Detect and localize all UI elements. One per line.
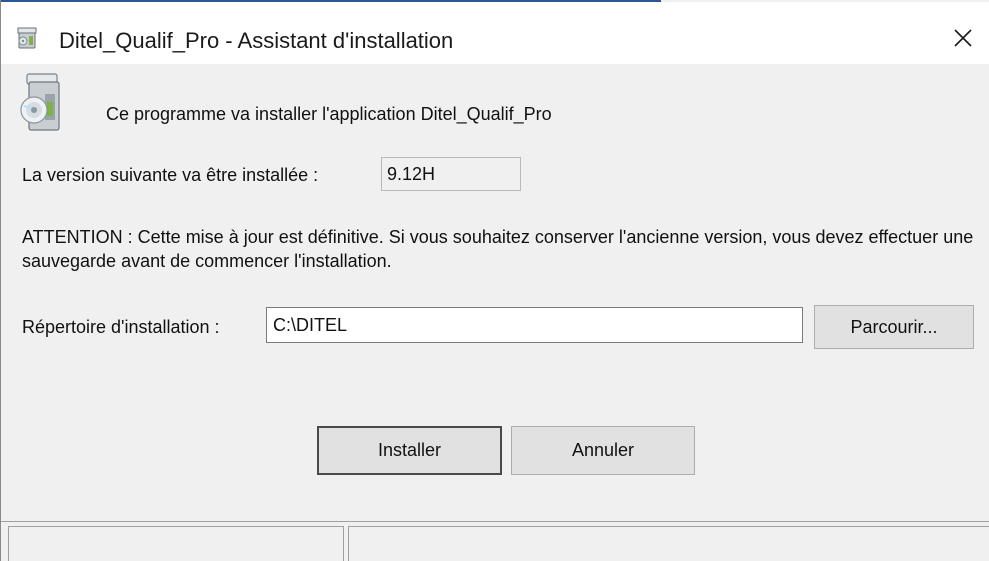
cancel-button[interactable]: Annuler — [511, 426, 695, 475]
close-button[interactable] — [940, 16, 986, 60]
window-title: Ditel_Qualif_Pro - Assistant d'installat… — [59, 28, 454, 53]
close-icon — [954, 29, 972, 47]
version-value: 9.12H — [381, 157, 521, 191]
installer-disc-icon — [20, 73, 60, 131]
status-pane-left — [8, 526, 344, 561]
intro-text: Ce programme va installer l'application … — [106, 104, 552, 124]
status-bar — [1, 521, 989, 561]
warning-text: ATTENTION : Cette mise à jour est défini… — [22, 227, 974, 271]
installer-window: Ditel_Qualif_Pro - Assistant d'installat… — [0, 0, 989, 561]
title-bar[interactable]: Ditel_Qualif_Pro - Assistant d'installat… — [1, 2, 989, 64]
install-button[interactable]: Installer — [317, 426, 502, 475]
browse-button[interactable]: Parcourir... — [814, 305, 974, 349]
status-pane-right — [348, 526, 989, 561]
install-directory-input[interactable] — [266, 307, 803, 343]
install-directory-label: Répertoire d'installation : — [22, 317, 220, 337]
version-label: La version suivante va être installée : — [22, 165, 319, 185]
installer-icon — [17, 27, 37, 49]
